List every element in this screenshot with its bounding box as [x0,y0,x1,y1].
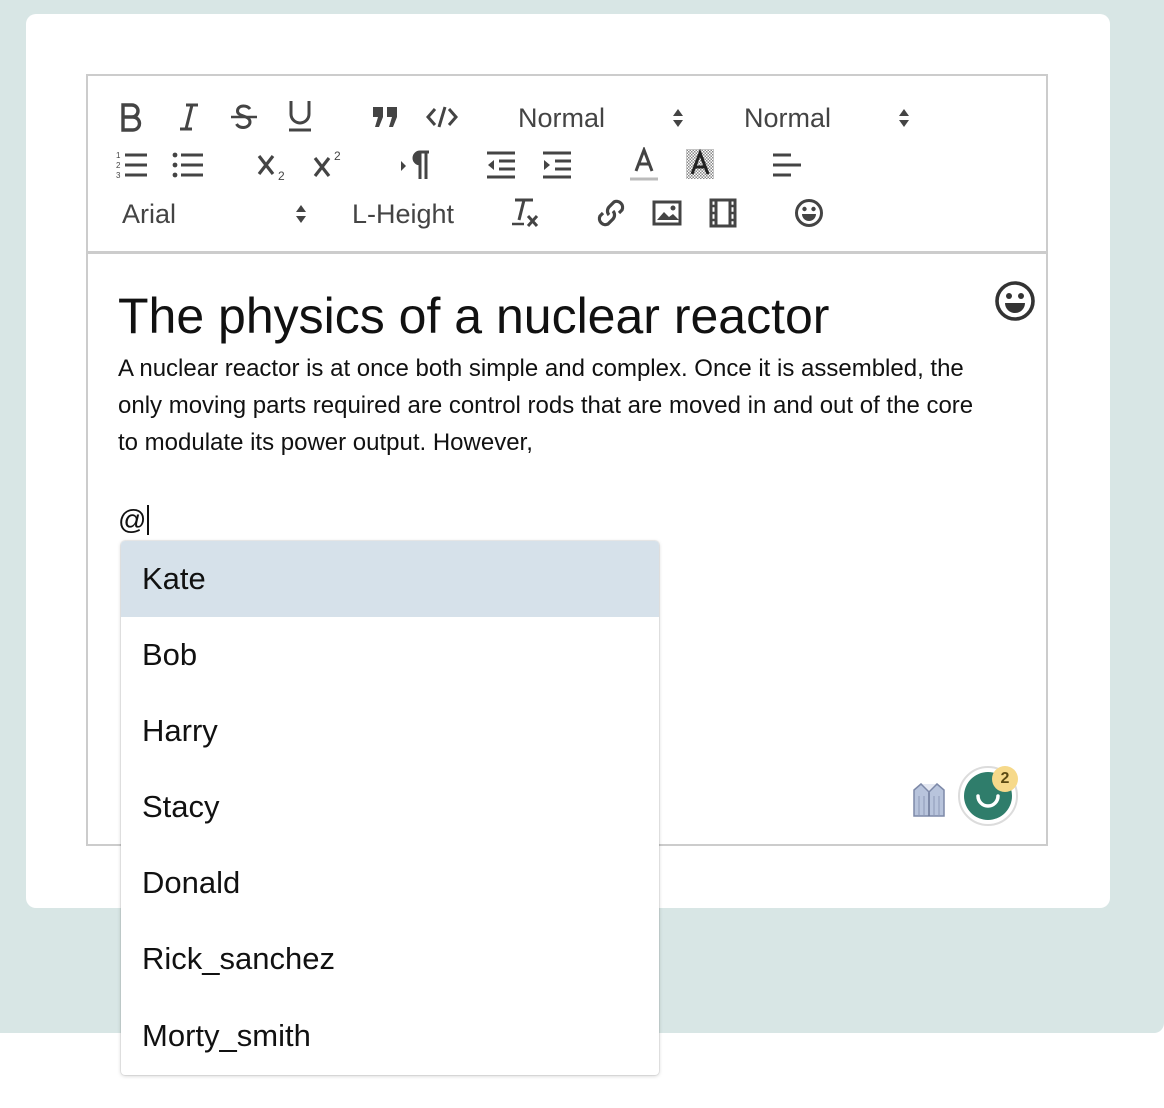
ordered-list-icon[interactable]: 123 [116,148,148,182]
superscript-icon[interactable]: 2 [312,146,346,182]
image-icon[interactable] [650,196,684,230]
clear-format-icon[interactable] [508,194,542,232]
background-color-icon[interactable] [684,146,716,182]
svg-text:2: 2 [116,161,121,170]
mention-trigger: @ [118,504,147,535]
mention-option[interactable]: Harry [121,693,659,769]
mention-option[interactable]: Kate [121,541,659,617]
line-height-select[interactable]: L-Height [352,194,454,234]
svg-text:2: 2 [278,169,285,183]
font-select-arrows-icon [289,200,313,228]
link-icon[interactable] [594,196,628,230]
emoji-icon[interactable] [994,280,1038,324]
emoji-icon[interactable] [792,196,826,230]
underline-icon[interactable] [285,98,315,134]
mention-option[interactable]: Rick_sanchez [121,921,659,997]
svg-text:1: 1 [116,151,121,160]
header-select-arrows-icon [666,104,690,132]
font-select[interactable]: Arial [122,194,176,234]
bold-icon[interactable] [116,100,146,134]
grammarly-badge: 2 [992,766,1018,792]
document-paragraph[interactable]: A nuclear reactor is at once both simple… [118,350,998,461]
mention-option[interactable]: Donald [121,845,659,921]
document-title[interactable]: The physics of a nuclear reactor [118,284,998,348]
code-icon[interactable] [425,102,459,132]
subscript-icon[interactable]: 2 [256,148,290,184]
blockquote-icon[interactable] [369,102,401,132]
rtl-direction-icon[interactable] [398,148,432,182]
editor-content[interactable]: The physics of a nuclear reactor A nucle… [118,284,998,461]
editor-toolbar: Normal Normal 123 2 2 Arial L-Height [88,76,1046,254]
mention-input-line[interactable]: @ [118,502,150,538]
svg-text:2: 2 [334,149,341,163]
outdent-icon[interactable] [484,148,518,182]
shirt-icon[interactable] [912,782,946,818]
text-color-icon[interactable] [628,146,660,184]
svg-text:3: 3 [116,171,121,180]
strikethrough-icon[interactable] [228,100,260,134]
align-left-icon[interactable] [770,148,802,182]
text-caret [147,505,150,535]
size-select-arrows-icon [892,104,916,132]
mention-option[interactable]: Stacy [121,769,659,845]
bullet-list-icon[interactable] [172,148,204,182]
video-icon[interactable] [706,196,740,230]
header-select[interactable]: Normal [518,98,605,138]
size-select[interactable]: Normal [744,98,831,138]
mention-dropdown: Kate Bob Harry Stacy Donald Rick_sanchez… [121,541,659,1075]
indent-icon[interactable] [540,148,574,182]
italic-icon[interactable] [174,100,204,134]
mention-option[interactable]: Morty_smith [121,997,659,1075]
mention-option[interactable]: Bob [121,617,659,693]
